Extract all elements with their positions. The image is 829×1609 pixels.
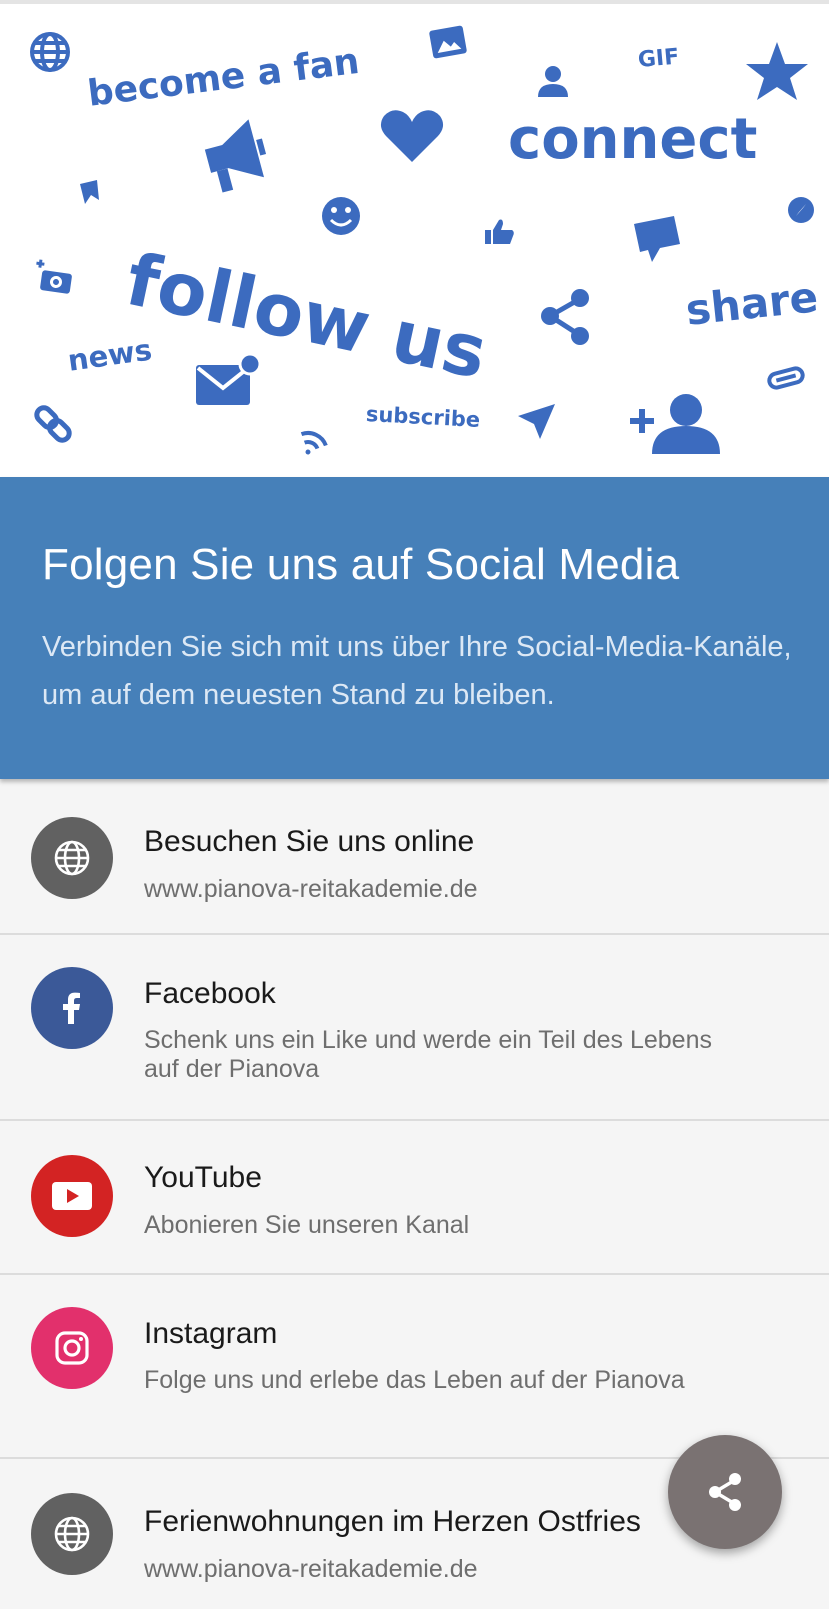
- list-item-website[interactable]: Besuchen Sie uns online www.pianova-reit…: [0, 779, 829, 935]
- item-title: Instagram: [144, 1317, 278, 1350]
- rss-icon: [300, 431, 328, 455]
- hero-word-gif: GIF: [636, 44, 681, 73]
- banner-title: Folgen Sie uns auf Social Media: [42, 540, 680, 589]
- megaphone-icon: [204, 119, 267, 193]
- item-subtitle: www.pianova-reitakademie.de: [144, 875, 478, 903]
- link-icon: [34, 405, 72, 443]
- image-icon: [429, 25, 467, 59]
- item-title: Ferienwohnungen im Herzen Ostfries: [144, 1505, 641, 1538]
- globe-avatar: [31, 817, 113, 899]
- hero-illustration: become a fan GIF connect follow us share…: [0, 4, 829, 477]
- item-subtitle: www.pianova-reitakademie.de: [144, 1555, 478, 1583]
- chat-icon: [634, 216, 680, 262]
- banner-subtitle: Verbinden Sie sich mit uns über Ihre Soc…: [42, 631, 792, 711]
- youtube-icon: [52, 1182, 92, 1210]
- item-subtitle: Folge uns und erlebe das Leben auf der P…: [144, 1366, 685, 1394]
- facebook-avatar: [31, 967, 113, 1049]
- add-user-icon: [630, 394, 720, 454]
- mail-icon: [196, 352, 262, 405]
- share-fab-button[interactable]: [668, 1435, 782, 1549]
- share-icon: [709, 1473, 741, 1511]
- person-icon: [538, 66, 568, 97]
- item-subtitle: Abonieren Sie unseren Kanal: [144, 1211, 470, 1239]
- globe-avatar: [31, 1493, 113, 1575]
- globe-icon: [54, 1516, 90, 1552]
- instagram-icon: [55, 1331, 89, 1365]
- list-item-youtube[interactable]: YouTube Abonieren Sie unseren Kanal: [0, 1121, 829, 1275]
- globe-icon: [30, 32, 70, 72]
- thumbs-up-icon: [485, 219, 514, 244]
- share-nodes-icon: [541, 289, 589, 345]
- instagram-avatar: [31, 1307, 113, 1389]
- item-title: YouTube: [144, 1161, 262, 1194]
- camera-icon: [36, 259, 72, 294]
- hero-word-connect: connect: [508, 107, 758, 172]
- list-item-facebook[interactable]: Facebook Schenk uns ein Like und werde e…: [0, 935, 829, 1121]
- list-item-instagram[interactable]: Instagram Folge uns und erlebe das Leben…: [0, 1275, 829, 1459]
- item-title: Besuchen Sie uns online: [144, 825, 475, 858]
- item-subtitle: Schenk uns ein Like und werde ein Teil d…: [144, 1026, 712, 1083]
- heart-icon: [380, 110, 444, 162]
- item-title: Facebook: [144, 977, 276, 1010]
- send-icon: [518, 404, 555, 439]
- globe-icon: [54, 840, 90, 876]
- youtube-avatar: [31, 1155, 113, 1237]
- bookmark-icon: [80, 180, 99, 204]
- smiley-icon: [322, 197, 360, 235]
- facebook-icon: [63, 992, 80, 1024]
- star-icon: [746, 42, 808, 100]
- paperclip-icon: [767, 366, 805, 390]
- compass-icon: [788, 197, 814, 223]
